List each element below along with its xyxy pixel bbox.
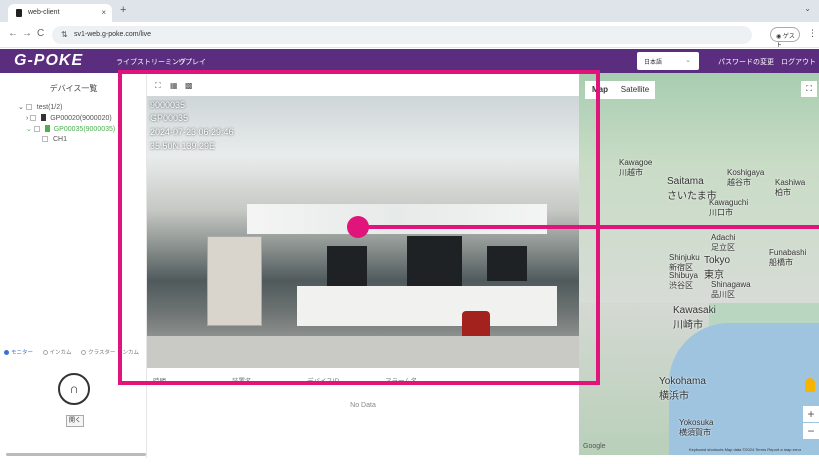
collapse-icon[interactable]: › — [26, 115, 28, 122]
map-label: Kashiwa 柏市 — [775, 178, 806, 197]
address-bar: ← → C ⇅ sv1-web.g-poke.com/live ◉ ゲスト ⋮ — [0, 22, 819, 49]
change-password-link[interactable]: パスワードの変更 — [718, 57, 774, 67]
video-scene — [297, 286, 557, 326]
video-scene — [487, 246, 527, 281]
map-tab-map[interactable]: Map — [585, 81, 615, 99]
tree-checkbox[interactable] — [30, 115, 37, 121]
mode-intercom[interactable]: インカム — [42, 350, 72, 356]
map-tab-satellite[interactable]: Satellite — [615, 81, 655, 99]
map-label: Shinjuku 新宿区 — [669, 253, 700, 272]
camera-icon — [41, 114, 47, 121]
column-device-name[interactable]: 装置名 — [232, 375, 252, 385]
device-sidebar: デバイス一覧 ⌄ test(1/2) › GP00020(9000020) ⌄ … — [0, 73, 147, 458]
camera-icon — [44, 125, 50, 132]
url-field[interactable]: ⇅ sv1-web.g-poke.com/live — [52, 26, 752, 44]
empty-table-message: No Data — [350, 402, 376, 409]
tree-item-label: CH1 — [52, 136, 67, 143]
map-label: Yokosuka 横須賀市 — [679, 418, 714, 437]
map-label: Adachi 足立区 — [711, 233, 736, 252]
nav-live-streaming[interactable]: ライブストリーミング — [116, 57, 186, 67]
browser-menu-icon[interactable]: ⋮ — [808, 28, 817, 39]
map-label: Koshigaya 越谷市 — [727, 168, 765, 187]
tree-checkbox[interactable] — [42, 136, 48, 142]
grid-2x2-icon[interactable]: ▦ — [170, 81, 178, 90]
osd-device-name: GP00035 — [150, 113, 189, 123]
tree-item-label: GP00020(9000020) — [50, 115, 112, 122]
expand-icon[interactable]: ⌄ — [18, 104, 24, 111]
map-label: Tokyo 東京 — [704, 255, 731, 281]
alarm-table-header: 時間 装置名 デバイスID アラーム名 — [147, 372, 579, 386]
map-attribution[interactable]: Keyboard shortcuts Map data ©2024 Terms … — [689, 447, 801, 452]
map-label: Yokohama 横浜市 — [659, 376, 706, 402]
open-button[interactable]: 開く — [66, 415, 84, 427]
video-scene — [147, 336, 579, 368]
video-scene — [247, 204, 547, 234]
map-label: Shinagawa 品川区 — [711, 280, 751, 299]
expand-icon[interactable]: ⌄ — [26, 126, 32, 133]
tree-item-label: GP00035(9000035) — [53, 126, 116, 133]
browser-tab-bar: web-client × + ⌄ — [0, 0, 819, 22]
map-panel[interactable]: Map Satellite ⛶ Kawagoe 川越市 Saitama さいたま市 … — [579, 73, 819, 455]
forward-icon[interactable]: → — [22, 28, 32, 39]
video-scene — [207, 236, 262, 326]
map-fullscreen-icon[interactable]: ⛶ — [801, 81, 817, 97]
radio-icon — [81, 350, 87, 355]
guest-profile-button[interactable]: ◉ ゲスト — [770, 27, 800, 49]
logout-link[interactable]: ログアウト — [781, 57, 816, 67]
radio-icon — [4, 350, 9, 355]
zoom-out-button[interactable]: − — [803, 423, 819, 439]
google-logo: Google — [583, 443, 606, 450]
tree-checkbox[interactable] — [33, 126, 40, 132]
logo: G-POKE — [14, 52, 84, 69]
osd-timestamp: 2024-07-23 06:29:46 — [150, 127, 234, 137]
favicon-icon — [16, 9, 22, 17]
video-player[interactable]: 9000035 GP00035 2024-07-23 06:29:46 35.5… — [147, 96, 579, 368]
map-label: Funabashi 船橋市 — [769, 248, 807, 267]
tab-menu-icon[interactable]: ⌄ — [804, 4, 811, 13]
app-header: G-POKE ライブストリーミング リプレイ 日本語 ⌄ パスワードの変更 ログ… — [0, 49, 819, 73]
tree-item-label: test(1/2) — [36, 104, 63, 111]
tree-item-channel[interactable]: CH1 — [42, 136, 67, 143]
street-view-pegman-icon[interactable] — [805, 378, 815, 392]
headset-icon: ∩ — [58, 373, 90, 405]
column-alarm-name[interactable]: アラーム名 — [385, 375, 417, 385]
mode-monitor[interactable]: モニター — [4, 350, 33, 356]
tree-item-group[interactable]: ⌄ test(1/2) — [18, 103, 62, 111]
profile-icon: ◉ — [776, 34, 782, 40]
fullscreen-icon[interactable]: ⛶ — [155, 81, 161, 91]
osd-device-id: 9000035 — [150, 100, 186, 110]
new-tab-icon[interactable]: + — [120, 4, 126, 16]
site-info-icon[interactable]: ⇅ — [61, 30, 68, 39]
horizontal-scrollbar[interactable] — [6, 453, 146, 456]
close-tab-icon[interactable]: × — [101, 8, 106, 17]
column-device-id[interactable]: デバイスID — [307, 375, 339, 385]
tree-checkbox[interactable] — [25, 104, 32, 110]
reload-icon[interactable]: C — [37, 28, 44, 39]
mode-cluster-intercom[interactable]: クラスター インカム — [81, 350, 139, 356]
nav-replay[interactable]: リプレイ — [178, 57, 206, 67]
column-time[interactable]: 時間 — [153, 375, 166, 385]
url-text: sv1-web.g-poke.com/live — [74, 31, 152, 38]
intercom-mode-group: モニター インカム クラスター インカム — [4, 348, 147, 356]
tab-title: web-client — [28, 9, 60, 16]
live-panel: ⛶ ▦ ▩ 9000035 GP00035 2024-07-23 06:29:4… — [147, 73, 579, 458]
map-label: Kawaguchi 川口市 — [709, 198, 749, 217]
browser-tab[interactable]: web-client × — [8, 4, 112, 22]
device-list-title: デバイス一覧 — [49, 84, 98, 93]
grid-3x3-icon[interactable]: ▩ — [185, 81, 193, 90]
back-icon[interactable]: ← — [8, 28, 18, 39]
video-scene — [327, 246, 367, 286]
language-select[interactable]: 日本語 ⌄ — [637, 52, 699, 70]
video-scene — [407, 236, 462, 286]
chevron-down-icon: ⌄ — [685, 57, 691, 64]
zoom-in-button[interactable]: + — [803, 406, 819, 422]
map-label: Kawagoe 川越市 — [619, 158, 653, 177]
tree-item-device[interactable]: › GP00020(9000020) — [26, 114, 112, 122]
map-label: Shibuya 渋谷区 — [669, 271, 698, 290]
map-label: Kawasaki 川崎市 — [673, 305, 716, 331]
radio-icon — [42, 350, 48, 355]
language-value: 日本語 — [644, 60, 663, 66]
osd-coordinates: 35.50N 139.29E — [150, 141, 216, 151]
tree-item-device-selected[interactable]: ⌄ GP00035(9000035) — [26, 125, 115, 133]
